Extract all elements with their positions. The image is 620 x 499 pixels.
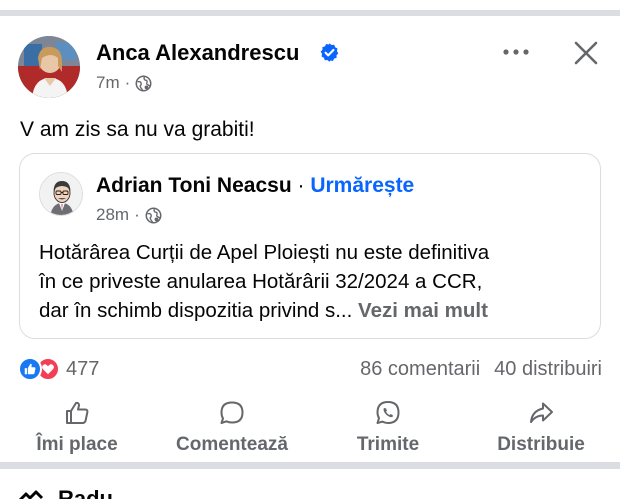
whatsapp-icon xyxy=(373,398,403,428)
follow-button[interactable]: Urmărește xyxy=(310,174,414,197)
like-button[interactable]: Îmi place xyxy=(32,398,122,460)
post-time[interactable]: 7m xyxy=(96,73,120,93)
share-arrow-icon xyxy=(526,398,556,428)
like-reaction-icon xyxy=(18,357,42,381)
shared-separator: · xyxy=(297,174,305,197)
thumbs-up-icon xyxy=(62,398,92,428)
action-bar: Îmi place Comentează Trimite Distribuie xyxy=(0,398,620,460)
shared-time[interactable]: 28m xyxy=(96,205,129,225)
globe-icon xyxy=(145,207,162,224)
post-stats: 477 86 comentarii 40 distribuiri xyxy=(18,356,602,384)
shared-text-line: Hotărârea Curții de Apel Ploiești nu est… xyxy=(39,241,490,264)
shared-text-line: dar în schimb dispozitia privind s... xyxy=(39,299,353,322)
comment-button[interactable]: Comentează xyxy=(168,398,296,460)
shared-post-card[interactable]: Adrian Toni Neacsu · Urmărește 28m · Hot… xyxy=(19,153,601,339)
shared-text-line-last: dar în schimb dispozitia privind s... Ve… xyxy=(39,296,599,325)
share-button[interactable]: Distribuie xyxy=(492,398,590,460)
feed-divider-top xyxy=(0,0,620,16)
shared-text-line: în ce priveste anularea Hotărârii 32/202… xyxy=(39,270,483,293)
shares-count[interactable]: 40 distribuiri xyxy=(494,358,602,381)
comment-bubble-icon xyxy=(217,398,247,428)
shared-author-name[interactable]: Adrian Toni Neacsu xyxy=(96,174,292,197)
author-avatar[interactable] xyxy=(18,36,80,98)
shared-author-line: Adrian Toni Neacsu · Urmărește xyxy=(96,174,414,198)
next-post-preview: Radu xyxy=(18,488,113,499)
more-horizontal-icon[interactable] xyxy=(499,42,533,62)
verified-badge-icon xyxy=(319,42,340,63)
globe-icon xyxy=(135,75,152,92)
next-post-avatar-icon xyxy=(18,488,44,499)
author-name[interactable]: Anca Alexandrescu xyxy=(96,40,299,66)
shared-post-text: Hotărârea Curții de Apel Ploiești nu est… xyxy=(39,238,599,325)
send-button[interactable]: Trimite xyxy=(351,398,425,460)
meta-separator: · xyxy=(124,73,131,92)
see-more-link[interactable]: Vezi mai mult xyxy=(358,299,488,322)
shared-meta-separator: · xyxy=(134,205,140,224)
share-label: Distribuie xyxy=(497,434,585,455)
comments-count[interactable]: 86 comentarii xyxy=(360,358,480,381)
like-label: Îmi place xyxy=(36,434,118,455)
close-icon[interactable] xyxy=(571,38,601,68)
feed-divider-bottom xyxy=(0,462,620,469)
send-label: Trimite xyxy=(356,434,420,455)
post-header: Anca Alexandrescu 7m · xyxy=(18,36,608,98)
engagement-counts: 86 comentarii 40 distribuiri xyxy=(360,358,602,381)
post-meta: 7m · xyxy=(96,73,152,93)
reactions-summary[interactable]: 477 xyxy=(18,357,99,381)
next-post-title[interactable]: Radu xyxy=(58,488,113,499)
shared-meta: 28m · xyxy=(96,205,162,225)
comment-label: Comentează xyxy=(176,434,288,455)
reaction-count: 477 xyxy=(66,357,100,380)
shared-author-avatar[interactable] xyxy=(39,172,83,216)
post-text: V am zis sa nu va grabiti! xyxy=(20,118,255,141)
